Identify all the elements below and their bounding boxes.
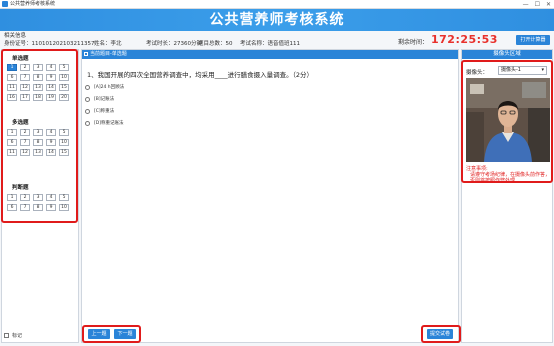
question-text: 1、我国开展的四次全国营养调查中，均采用____进行膳食摄入量调查。（2分） [87, 71, 314, 79]
question-panel: 当前题目-单选题 1、我国开展的四次全国营养调查中，均采用____进行膳食摄入量… [81, 49, 459, 343]
radio-icon[interactable] [85, 84, 90, 90]
option-c[interactable]: [C]称重法 [85, 108, 114, 114]
option-label: [A]24 h回顾法 [94, 85, 125, 90]
question-header: 当前题目-单选题 [82, 50, 458, 59]
camera-header: 摄像头区域 [462, 50, 552, 59]
option-label: [C]称重法 [94, 109, 115, 114]
mark-label: 标记 [12, 333, 23, 339]
open-calculator-button[interactable]: 打开计算器 [516, 35, 550, 45]
timer-label: 剩余时间： [398, 39, 429, 46]
mark-checkbox[interactable] [4, 333, 9, 338]
window-controls: — ☐ ✕ [523, 0, 551, 9]
option-d[interactable]: [D]称重记账法 [85, 120, 123, 126]
checkbox-icon [84, 52, 88, 56]
system-title: 公共营养师考核系统 [209, 12, 345, 28]
question-total: 题目总数：50 [198, 41, 233, 47]
exam-name: 考试名称：语音值班111 [240, 41, 300, 47]
maximize-icon[interactable]: ☐ [535, 0, 540, 9]
question-header-label: 当前题目-单选题 [90, 51, 127, 57]
minimize-icon[interactable]: — [523, 0, 529, 9]
info-section-label: 相关信息 [4, 33, 27, 39]
candidate-name: 姓名：李北 [94, 41, 122, 47]
remaining-timer: 172:25:53 [431, 33, 498, 46]
radio-icon[interactable] [85, 108, 90, 114]
id-number: 身份证号：110101202103211357 [4, 41, 95, 47]
option-b[interactable]: [B]记账法 [85, 96, 114, 102]
radio-icon[interactable] [85, 96, 90, 102]
exam-window: 公共营养师考核系统 — ☐ ✕ 公共营养师考核系统 相关信息 身份证号：1101… [0, 0, 554, 346]
nav-highlight [1, 49, 78, 223]
system-header: 公共营养师考核系统 [0, 9, 554, 31]
camera-highlight [461, 60, 553, 183]
option-label: [D]称重记账法 [94, 121, 124, 126]
mark-toggle[interactable]: 标记 [4, 332, 22, 339]
option-label: [B]记账法 [94, 97, 115, 102]
submit-highlight [421, 325, 461, 343]
nav-buttons-highlight [82, 325, 141, 343]
title-bar: 公共营养师考核系统 — ☐ ✕ [0, 0, 554, 9]
window-title: 公共营养师考核系统 [10, 1, 56, 7]
app-icon [2, 1, 8, 7]
close-icon[interactable]: ✕ [546, 0, 551, 9]
exam-duration: 考试时长：27360分钟 [146, 41, 202, 47]
option-a[interactable]: [A]24 h回顾法 [85, 84, 124, 90]
radio-icon[interactable] [85, 120, 90, 126]
